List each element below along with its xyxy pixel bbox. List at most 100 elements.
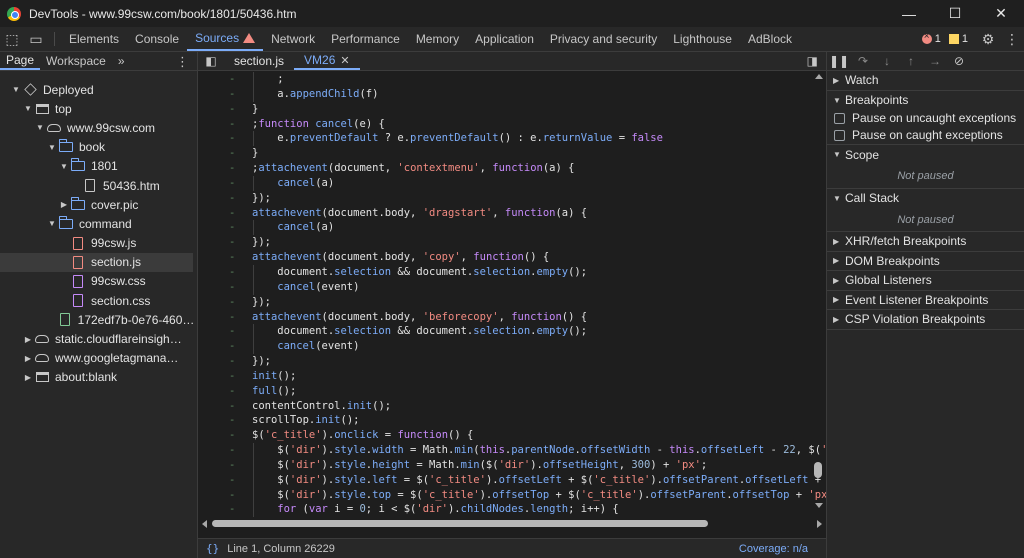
code-line[interactable]: ;function cancel(e) { (252, 117, 818, 132)
toggle-navigator-icon[interactable]: ◧ (198, 52, 224, 70)
more-options-icon[interactable]: ⋮ (1000, 31, 1024, 48)
scroll-down-arrow-icon[interactable] (815, 503, 823, 508)
collapse-arrow-icon[interactable]: ▼ (34, 123, 46, 132)
section-global-listeners[interactable]: ▶ Global Listeners (827, 271, 1024, 291)
tree-item[interactable]: section.js (0, 252, 193, 272)
scroll-right-arrow-icon[interactable] (817, 520, 822, 528)
step-over-icon[interactable]: ↷ (851, 54, 875, 68)
section-csp-violation-breakpoints[interactable]: ▶ CSP Violation Breakpoints (827, 310, 1024, 330)
collapse-arrow-icon[interactable]: ▼ (58, 162, 70, 171)
code-line[interactable]: init(); (252, 369, 818, 384)
tab-performance[interactable]: Performance (323, 27, 408, 51)
navigator-menu-icon[interactable]: ⋮ (176, 54, 189, 70)
code-line[interactable]: $('dir').style.left = $('c_title').offse… (252, 472, 821, 488)
device-toolbar-icon[interactable]: ▭ (24, 27, 48, 51)
tree-item[interactable]: ▶ cover.pic (0, 195, 197, 214)
pause-uncaught-checkbox[interactable]: Pause on uncaught exceptions (827, 110, 1024, 126)
scroll-up-arrow-icon[interactable] (815, 74, 823, 79)
close-button[interactable]: ✕ (978, 0, 1024, 27)
horizontal-scroll-thumb[interactable] (212, 520, 708, 527)
section-dom-breakpoints[interactable]: ▶ DOM Breakpoints (827, 252, 1024, 271)
code-line[interactable]: $('dir').style.top = $('c_title').offset… (252, 487, 826, 503)
collapse-arrow-icon[interactable]: ▼ (46, 143, 58, 152)
toggle-debugger-icon[interactable]: ◨ (807, 54, 818, 68)
scroll-left-arrow-icon[interactable] (202, 520, 207, 528)
vertical-scroll-thumb[interactable] (814, 462, 822, 478)
code-line[interactable]: }); (252, 235, 818, 250)
code-line[interactable]: a.appendChild(f) (252, 86, 818, 102)
code-line[interactable]: }); (252, 295, 818, 310)
section-call-stack[interactable]: ▼ Call Stack (827, 189, 1024, 209)
section-xhr-breakpoints[interactable]: ▶ XHR/fetch Breakpoints (827, 232, 1024, 252)
code-line[interactable]: full(); (252, 384, 818, 399)
tree-item[interactable]: ▶ static.cloudflareinsights.... (0, 329, 197, 348)
expand-arrow-icon[interactable]: ▶ (22, 335, 34, 344)
section-breakpoints[interactable]: ▼ Breakpoints (827, 91, 1024, 111)
code-line[interactable]: e.preventDefault ? e.preventDefault() : … (252, 131, 818, 147)
expand-arrow-icon[interactable]: ▶ (22, 354, 34, 363)
code-line[interactable]: $('dir').style.width = Math.min(this.par… (252, 443, 826, 458)
section-event-listener-breakpoints[interactable]: ▶ Event Listener Breakpoints (827, 291, 1024, 310)
code-line[interactable]: } (252, 146, 818, 161)
pause-caught-checkbox[interactable]: Pause on caught exceptions (827, 126, 1024, 145)
tree-item[interactable]: ▼ top (0, 99, 197, 118)
tree-item[interactable]: ▼ book (0, 138, 197, 157)
tab-memory[interactable]: Memory (408, 27, 467, 51)
tree-item[interactable]: ▼ www.99csw.com (0, 118, 197, 137)
tree-item[interactable]: section.css (0, 291, 197, 310)
tree-item[interactable]: ▶ www.googletagmanager.... (0, 349, 197, 368)
code-line[interactable]: $('dir').style.height = Math.min($('dir'… (252, 457, 818, 473)
code-line[interactable]: contentControl.init(); (252, 399, 818, 414)
tab-application[interactable]: Application (467, 27, 542, 51)
tab-privacy-and-security[interactable]: Privacy and security (542, 27, 665, 51)
tree-item[interactable]: ▼ 1801 (0, 157, 197, 176)
code-line[interactable]: document.selection && document.selection… (252, 324, 818, 340)
code-lines[interactable]: ; a.appendChild(f)} ;function cancel(e) {e… (252, 72, 826, 518)
maximize-button[interactable]: ☐ (932, 0, 978, 27)
pause-icon[interactable]: ❚❚ (827, 54, 851, 68)
step-icon[interactable]: → (923, 54, 947, 68)
code-area[interactable]: ------------------------------ ; a.append… (198, 72, 826, 518)
tab-workspace[interactable]: Workspace (40, 52, 112, 70)
code-line[interactable]: }); (252, 191, 818, 206)
code-line[interactable]: } (252, 102, 818, 117)
expand-arrow-icon[interactable]: ▶ (58, 200, 70, 209)
tab-console[interactable]: Console (127, 27, 187, 51)
code-line[interactable]: ; (252, 72, 818, 87)
tab-lighthouse[interactable]: Lighthouse (665, 27, 740, 51)
code-line[interactable]: cancel(event) (252, 279, 818, 295)
tab-vm26[interactable]: VM26 ✕ (294, 52, 360, 70)
tree-item[interactable]: 172edf7b-0e76-460b-... (0, 310, 197, 329)
tab-sources[interactable]: Sources (187, 27, 264, 51)
tree-item[interactable]: 99csw.css (0, 272, 197, 291)
step-out-icon[interactable]: ↑ (899, 54, 923, 68)
tab-section-js[interactable]: section.js (224, 52, 294, 70)
code-line[interactable]: for (var i = 0; i < $('dir').childNodes.… (252, 502, 818, 518)
code-line[interactable]: ;attachevent(document, 'contextmenu', fu… (252, 161, 818, 176)
checkbox-icon[interactable] (834, 129, 845, 141)
collapse-arrow-icon[interactable]: ▼ (10, 85, 22, 94)
checkbox-icon[interactable] (834, 112, 845, 124)
horizontal-scrollbar[interactable] (198, 518, 826, 528)
error-count-badge[interactable]: 1 (921, 31, 941, 45)
code-line[interactable]: scrollTop.init(); (252, 413, 818, 428)
code-line[interactable]: attachevent(document.body, 'copy', funct… (252, 250, 818, 265)
minimize-button[interactable]: — (886, 0, 932, 27)
section-watch[interactable]: ▶ Watch (827, 71, 1024, 91)
step-into-icon[interactable]: ↓ (875, 54, 899, 68)
tree-item[interactable]: ▶ about:blank (0, 368, 197, 387)
tree-item[interactable]: 99csw.js (0, 234, 197, 253)
collapse-arrow-icon[interactable]: ▼ (22, 104, 34, 113)
code-line[interactable]: cancel(a) (252, 175, 818, 191)
coverage-status[interactable]: Coverage: n/a (739, 543, 808, 555)
code-line[interactable]: $('c_title').onclick = function() { (252, 428, 818, 443)
deactivate-breakpoints-icon[interactable]: ⊘ (947, 54, 971, 68)
code-line[interactable]: attachevent(document.body, 'beforecopy',… (252, 310, 818, 325)
tab-page[interactable]: Page (0, 52, 41, 70)
close-tab-icon[interactable]: ✕ (340, 54, 349, 67)
pretty-print-icon[interactable]: {} (206, 542, 219, 555)
code-line[interactable]: cancel(a) (252, 220, 818, 236)
code-line[interactable]: attachevent(document.body, 'dragstart', … (252, 206, 818, 221)
settings-gear-icon[interactable]: ⚙ (976, 31, 1000, 48)
tree-item[interactable]: ▼ command (0, 214, 197, 233)
